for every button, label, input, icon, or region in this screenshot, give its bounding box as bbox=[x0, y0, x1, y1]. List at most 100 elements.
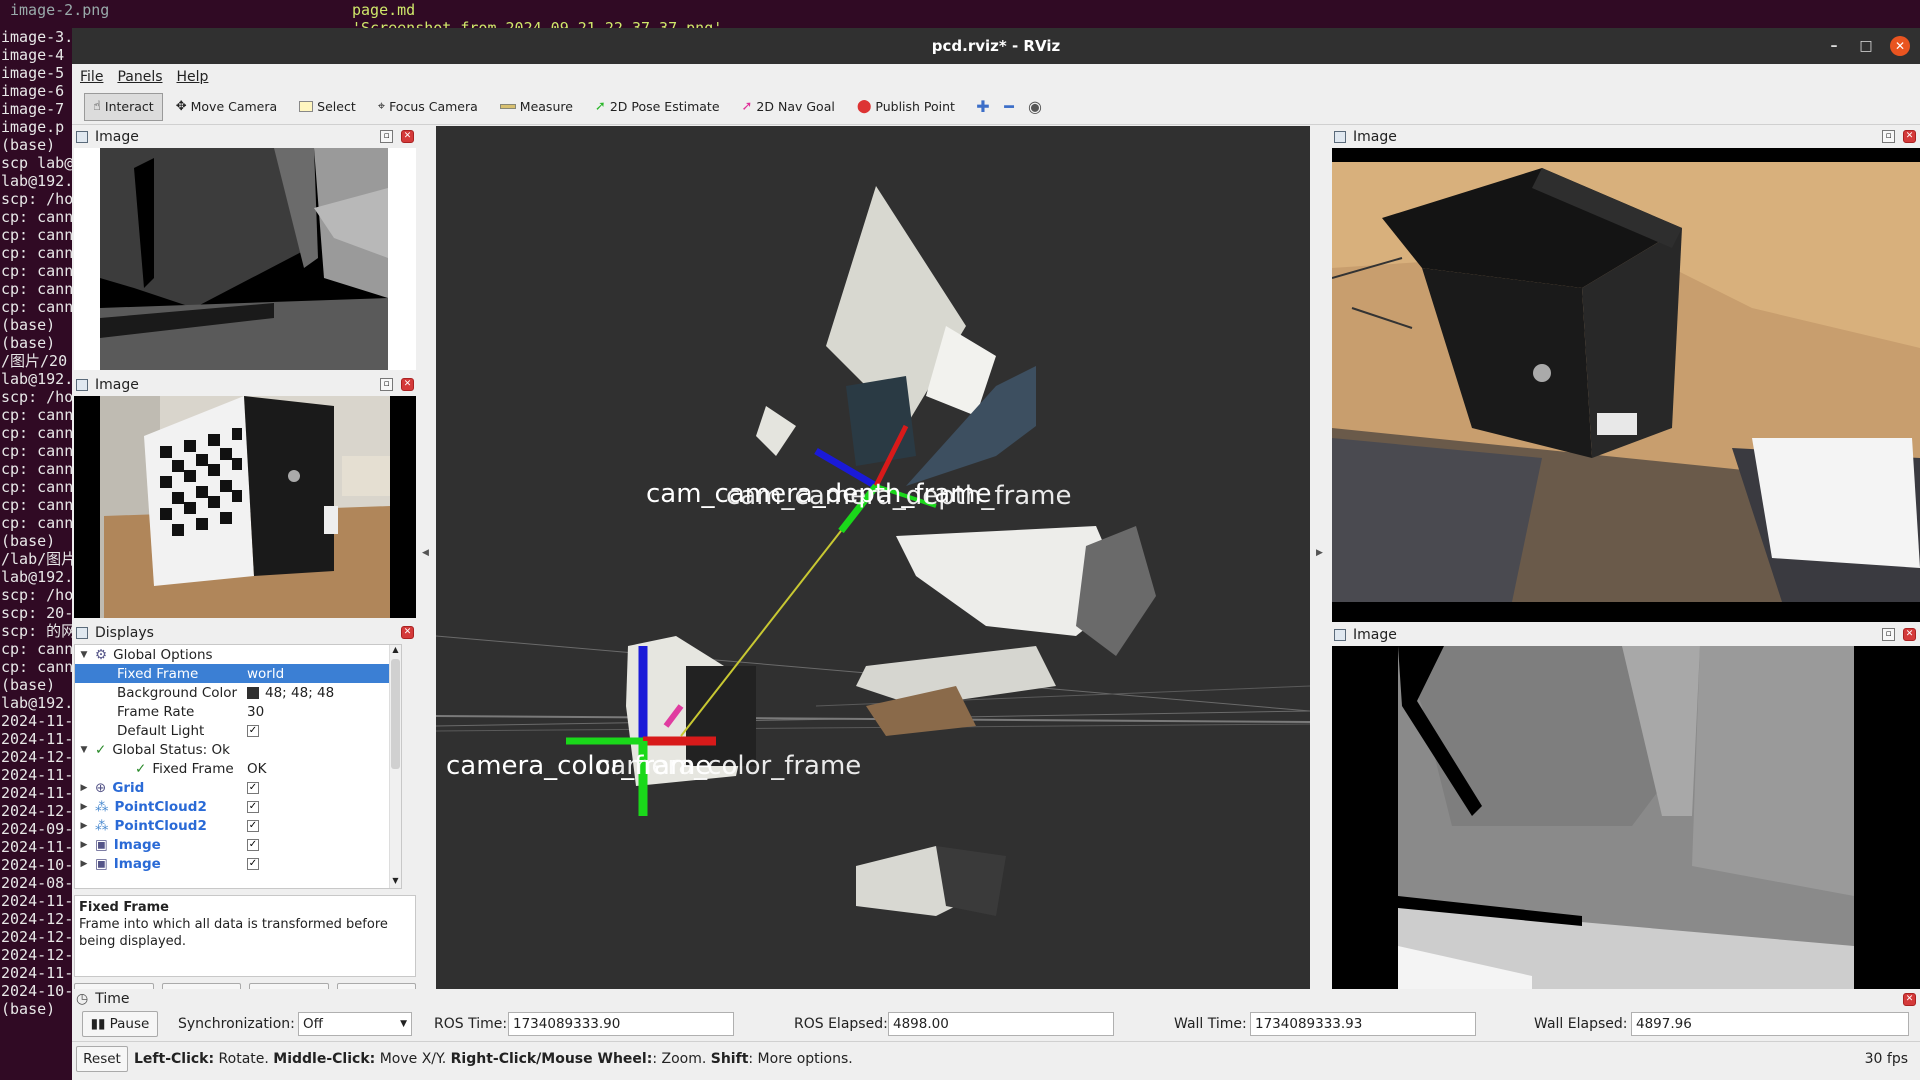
rgb-image-large-view bbox=[1332, 148, 1920, 622]
ruler-icon bbox=[499, 104, 516, 109]
tree-row-background-color[interactable]: Background Color 48; 48; 48 bbox=[75, 683, 401, 702]
wall-time-label: Wall Time: bbox=[1174, 1016, 1247, 1032]
close-panel-button[interactable]: ✕ bbox=[401, 626, 414, 639]
panel-header: Image ▫ ✕ bbox=[72, 126, 418, 148]
scroll-thumb[interactable] bbox=[391, 659, 400, 769]
menu-panels[interactable]: Panels bbox=[117, 69, 162, 85]
monitor-icon bbox=[76, 627, 88, 639]
wall-time-field[interactable]: 1734089333.93 bbox=[1250, 1012, 1476, 1036]
tree-scrollbar[interactable]: ▲ ▼ bbox=[389, 645, 401, 888]
expand-arrow-icon: ▶ bbox=[80, 801, 88, 812]
maximize-button[interactable]: □ bbox=[1856, 36, 1876, 56]
minimize-button[interactable]: – bbox=[1824, 36, 1844, 56]
depth-image-view bbox=[74, 148, 416, 370]
pink-arrow-icon: ➚ bbox=[741, 99, 753, 114]
terminal-line: 2024-12- bbox=[1, 910, 73, 928]
add-tool-icon[interactable]: ✚ bbox=[972, 96, 994, 118]
terminal-line: cp: cann bbox=[1, 244, 73, 262]
tree-row-frame-rate[interactable]: Frame Rate 30 bbox=[75, 702, 401, 721]
ros-time-field[interactable]: 1734089333.90 bbox=[508, 1012, 734, 1036]
tree-row-pointcloud2[interactable]: ▶ ⁂ PointCloud2 ✓ bbox=[75, 797, 401, 816]
left-splitter-handle[interactable]: ◀ bbox=[422, 548, 429, 558]
tree-row-default-light[interactable]: Default Light ✓ bbox=[75, 721, 401, 740]
scroll-down-icon[interactable]: ▼ bbox=[390, 876, 401, 888]
displays-panel: Displays ✕ ▼ ⚙ Global Options Fixed Frame w… bbox=[72, 622, 418, 1010]
undock-button[interactable]: ▫ bbox=[380, 130, 393, 143]
measure-tool[interactable]: Measure bbox=[491, 93, 582, 121]
tf-frame-label-overlap: cam_camera_depth_frame bbox=[726, 481, 1072, 511]
nav-goal-tool[interactable]: ➚ 2D Nav Goal bbox=[733, 93, 844, 121]
publish-point-tool[interactable]: ⬤ Publish Point bbox=[848, 93, 964, 121]
close-panel-button[interactable]: ✕ bbox=[1903, 628, 1916, 641]
terminal-line: scp: /ho bbox=[1, 388, 73, 406]
image-checkbox[interactable]: ✓ bbox=[247, 838, 259, 851]
tree-row-global-status[interactable]: ▼ ✓ Global Status: Ok bbox=[75, 740, 401, 759]
undock-button[interactable]: ▫ bbox=[1882, 628, 1895, 641]
expand-arrow-icon: ▶ bbox=[80, 858, 88, 869]
pause-button[interactable]: ▮▮ Pause bbox=[82, 1011, 158, 1037]
terminal-line: 2024-11- bbox=[1, 784, 73, 802]
tree-row-image[interactable]: ▶ ▣ Image ✓ bbox=[75, 854, 401, 873]
window-title: pcd.rviz* - RViz bbox=[931, 37, 1061, 55]
close-panel-button[interactable]: ✕ bbox=[1903, 130, 1916, 143]
terminal-line: cp: cann bbox=[1, 442, 73, 460]
focus-camera-tool[interactable]: ⌖ Focus Camera bbox=[369, 93, 487, 121]
pointcloud-checkbox[interactable]: ✓ bbox=[247, 800, 259, 813]
eye-icon[interactable]: ◉ bbox=[1024, 96, 1046, 118]
3d-render-view[interactable]: cam_camera_depth_frame cam_camera_depth_… bbox=[436, 126, 1310, 1010]
gear-icon: ⚙ bbox=[95, 646, 108, 663]
terminal-line: cp: cann bbox=[1, 424, 73, 442]
image-checkbox[interactable]: ✓ bbox=[247, 857, 259, 870]
remove-tool-icon[interactable]: ━ bbox=[998, 96, 1020, 118]
grid-checkbox[interactable]: ✓ bbox=[247, 781, 259, 794]
undock-button[interactable]: ▫ bbox=[1882, 130, 1895, 143]
terminal-line: (base) bbox=[1, 334, 56, 352]
interact-tool[interactable]: ☝ Interact bbox=[84, 92, 163, 121]
pointcloud-checkbox[interactable]: ✓ bbox=[247, 819, 259, 832]
scroll-up-icon[interactable]: ▲ bbox=[390, 645, 401, 657]
tree-row-image[interactable]: ▶ ▣ Image ✓ bbox=[75, 835, 401, 854]
terminal-line: 2024-11- bbox=[1, 964, 73, 982]
terminal-line: /lab/图片 bbox=[1, 550, 73, 568]
tree-row-grid[interactable]: ▶ ⊕ Grid ✓ bbox=[75, 778, 401, 797]
terminal-line: 2024-12- bbox=[1, 946, 73, 964]
image-panel-rgb-large: Image ▫ ✕ bbox=[1330, 126, 1920, 622]
close-panel-button[interactable]: ✕ bbox=[401, 378, 414, 391]
menu-help[interactable]: Help bbox=[177, 69, 209, 85]
select-tool[interactable]: Select bbox=[290, 93, 365, 121]
color-swatch[interactable] bbox=[247, 686, 259, 699]
expand-arrow-icon: ▶ bbox=[80, 839, 88, 850]
terminal-line: cp: cann bbox=[1, 640, 73, 658]
move-camera-tool[interactable]: ✥ Move Camera bbox=[167, 93, 286, 121]
terminal-line: 2024-11- bbox=[1, 712, 73, 730]
pose-estimate-tool[interactable]: ➚ 2D Pose Estimate bbox=[586, 93, 729, 121]
rviz-window: pcd.rviz* - RViz – □ ✕ File Panels Help … bbox=[72, 28, 1920, 1080]
tree-row-fixed-frame[interactable]: Fixed Frame world bbox=[75, 664, 401, 683]
tree-row-status-fixed-frame[interactable]: ✓ Fixed Frame OK bbox=[75, 759, 401, 778]
close-panel-button[interactable]: ✕ bbox=[1903, 993, 1916, 1006]
wall-elapsed-field[interactable]: 4897.96 bbox=[1631, 1012, 1909, 1036]
tree-row-global-options[interactable]: ▼ ⚙ Global Options bbox=[75, 645, 401, 664]
close-panel-button[interactable]: ✕ bbox=[401, 130, 414, 143]
terminal-line: scp: /ho bbox=[1, 586, 73, 604]
terminal-filename: page.md bbox=[352, 1, 416, 19]
reset-button[interactable]: Reset bbox=[76, 1046, 128, 1072]
close-button[interactable]: ✕ bbox=[1890, 36, 1910, 56]
image-panel-depth-small: Image ▫ ✕ bbox=[72, 126, 418, 370]
tree-row-pointcloud2[interactable]: ▶ ⁂ PointCloud2 ✓ bbox=[75, 816, 401, 835]
image-icon: ▣ bbox=[95, 836, 108, 853]
terminal-line: image-5 bbox=[1, 64, 65, 82]
terminal-filename: image-2.png bbox=[10, 1, 110, 19]
ros-elapsed-field[interactable]: 4898.00 bbox=[888, 1012, 1114, 1036]
undock-button[interactable]: ▫ bbox=[380, 378, 393, 391]
default-light-checkbox[interactable]: ✓ bbox=[247, 724, 259, 737]
terminal-line: (base) bbox=[1, 136, 56, 154]
terminal-line: cp: cann bbox=[1, 496, 73, 514]
synchronization-select[interactable]: Off ▼ bbox=[298, 1012, 412, 1036]
rgb-image-large bbox=[1332, 162, 1920, 602]
right-splitter-handle[interactable]: ▶ bbox=[1316, 548, 1323, 558]
menu-file[interactable]: File bbox=[80, 69, 103, 85]
terminal-line: cp: cann bbox=[1, 406, 73, 424]
terminal-line: /图片/20 bbox=[1, 352, 68, 370]
terminal-line: lab@192. bbox=[1, 568, 73, 586]
